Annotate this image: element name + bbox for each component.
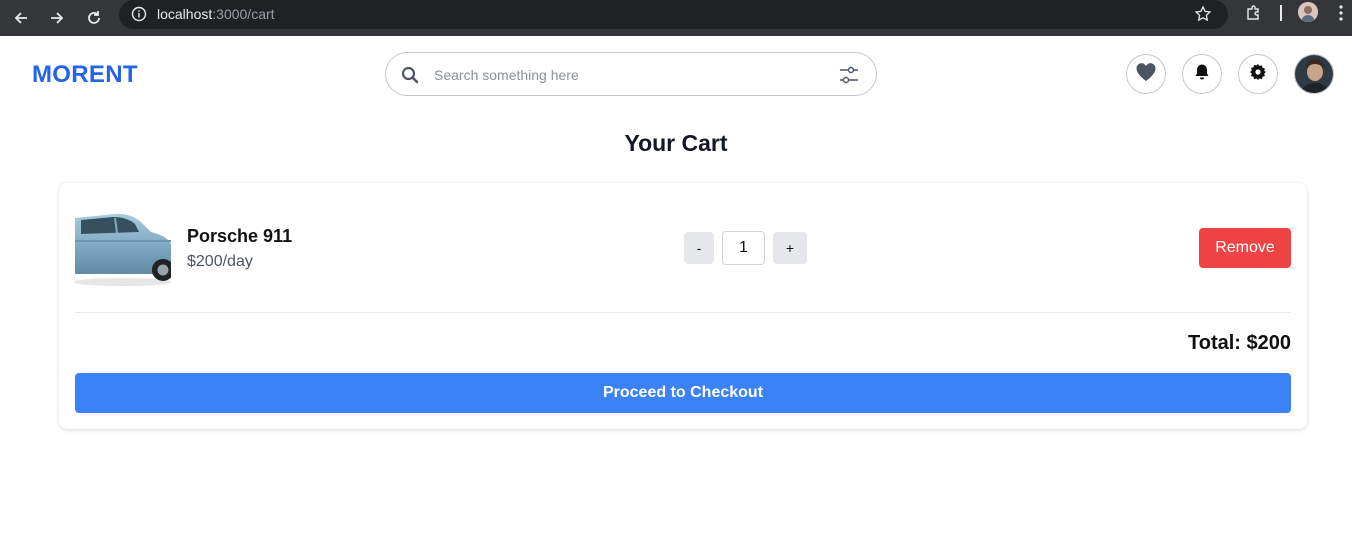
extensions-puzzle-icon[interactable] [1245, 4, 1263, 27]
search-bar[interactable] [385, 52, 877, 96]
reload-icon[interactable] [86, 10, 102, 26]
url-path: :3000/cart [212, 6, 275, 22]
item-price: $200/day [187, 253, 253, 270]
increase-quantity-button[interactable]: + [773, 232, 807, 264]
cart-panel: Porsche 911 $200/day - + Remove Total: $… [59, 183, 1307, 429]
gear-icon [1249, 63, 1267, 86]
toolbar-divider [1280, 5, 1282, 21]
bookmark-star-icon[interactable] [1194, 5, 1212, 28]
heart-icon [1135, 62, 1157, 87]
settings-button[interactable] [1238, 54, 1278, 94]
remove-button[interactable]: Remove [1199, 228, 1291, 268]
decrease-quantity-button[interactable]: - [684, 232, 714, 264]
browser-profile-avatar[interactable] [1298, 2, 1318, 22]
search-icon [401, 66, 419, 89]
filter-sliders-icon[interactable] [838, 65, 860, 90]
divider [75, 312, 1291, 313]
checkout-button[interactable]: Proceed to Checkout [75, 373, 1291, 413]
forward-arrow-icon[interactable] [49, 10, 65, 26]
url-host: localhost [157, 6, 213, 22]
favorites-button[interactable] [1126, 54, 1166, 94]
item-name: Porsche 911 [187, 226, 293, 246]
url-text: localhost:3000/cart [157, 6, 275, 22]
quantity-field[interactable] [722, 231, 765, 265]
back-arrow-icon[interactable] [13, 10, 29, 26]
kebab-menu-icon[interactable] [1338, 4, 1344, 27]
browser-toolbar: localhost:3000/cart [0, 0, 1352, 36]
cart-total: Total: $200 [1188, 332, 1291, 354]
user-avatar[interactable] [1294, 54, 1334, 94]
page-title: Your Cart [624, 130, 728, 156]
brand-logo[interactable]: MORENT [32, 61, 138, 89]
site-info-icon[interactable] [131, 6, 147, 27]
bell-icon [1194, 63, 1210, 86]
search-input[interactable] [434, 64, 814, 86]
car-thumbnail [75, 212, 171, 296]
notifications-button[interactable] [1182, 54, 1222, 94]
address-bar[interactable]: localhost:3000/cart [119, 0, 1228, 29]
app-header: MORENT [0, 36, 1352, 112]
